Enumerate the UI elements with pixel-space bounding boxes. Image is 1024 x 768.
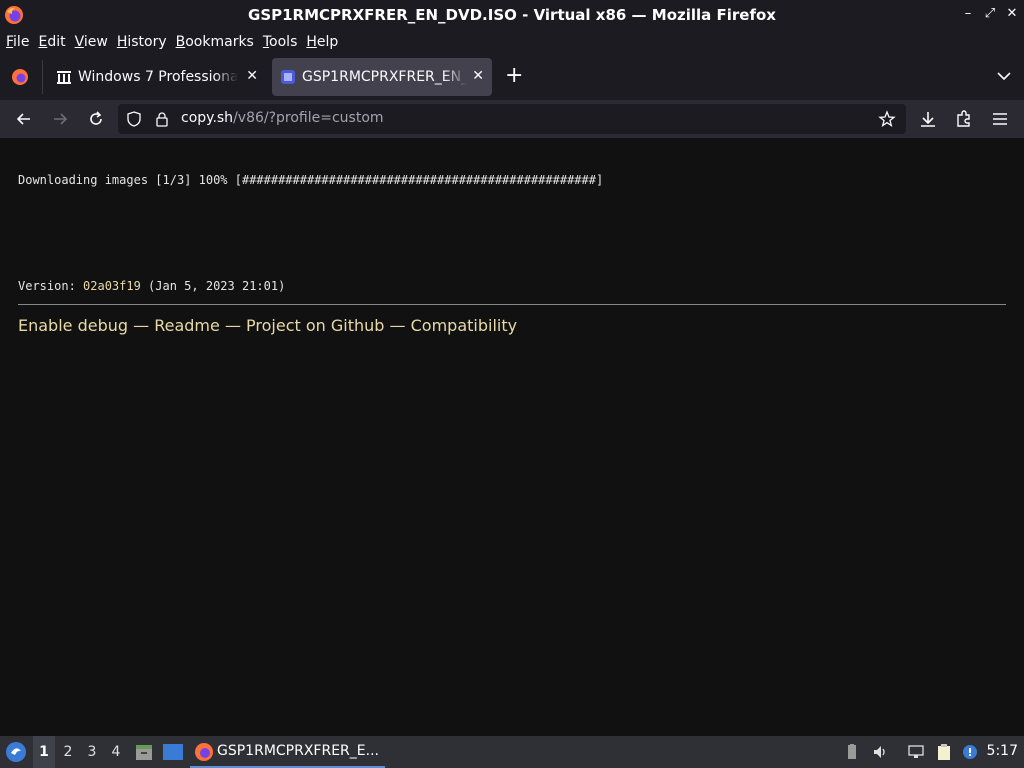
minimize-button[interactable]: –: [959, 6, 977, 21]
start-menu-icon[interactable]: [5, 741, 27, 763]
menu-view[interactable]: View: [75, 34, 108, 50]
menu-bookmarks[interactable]: Bookmarks: [176, 34, 254, 50]
url-domain: copy.sh: [181, 110, 234, 126]
firefox-icon: [5, 6, 23, 24]
tab-windows7[interactable]: Windows 7 Professional SP1 ✕: [48, 58, 266, 96]
enable-debug-link[interactable]: Enable debug: [18, 316, 128, 335]
v86-favicon-icon: [281, 70, 295, 84]
firefox-view-icon[interactable]: [10, 67, 30, 87]
extensions-icon[interactable]: [954, 109, 974, 129]
clipboard-icon[interactable]: [936, 744, 952, 760]
battery-icon[interactable]: [844, 744, 860, 760]
downloads-icon[interactable]: [918, 109, 938, 129]
workspace-3[interactable]: 3: [81, 736, 103, 768]
taskbar-firefox-window[interactable]: GSP1RMCPRXFRER_E...: [190, 736, 385, 768]
version-line: Version: 02a03f19 (Jan 5, 2023 21:01): [18, 279, 286, 293]
url-path: /v86/?profile=custom: [233, 110, 384, 126]
network-icon[interactable]: [908, 744, 924, 760]
notification-icon[interactable]: [962, 744, 978, 760]
tab-divider: [42, 60, 43, 94]
compatibility-link[interactable]: Compatibility: [411, 316, 517, 335]
tracking-shield-icon[interactable]: [126, 111, 142, 127]
divider: [18, 304, 1006, 305]
menu-edit[interactable]: Edit: [38, 34, 65, 50]
url-text[interactable]: copy.sh/v86/?profile=custom: [181, 110, 384, 126]
url-bar[interactable]: copy.sh/v86/?profile=custom: [118, 104, 906, 134]
menu-tools[interactable]: Tools: [263, 34, 298, 50]
close-window-button[interactable]: ✕: [1003, 6, 1021, 21]
menu-bar: File Edit View History Bookmarks Tools H…: [0, 30, 1024, 54]
menu-file[interactable]: File: [6, 34, 29, 50]
file-manager-icon[interactable]: [134, 742, 154, 762]
window-titlebar: GSP1RMCPRXFRER_EN_DVD.ISO - Virtual x86 …: [0, 0, 1024, 30]
taskbar: 1 2 3 4 GSP1RMCPRXFRER_E... 5:17: [0, 736, 1024, 768]
workspace-2[interactable]: 2: [57, 736, 79, 768]
tab-bar: Windows 7 Professional SP1 ✕ GSP1RMCPRXF…: [0, 54, 1024, 100]
menu-history[interactable]: History: [117, 34, 167, 50]
bookmark-star-icon[interactable]: [878, 110, 896, 128]
window-title: GSP1RMCPRXFRER_EN_DVD.ISO - Virtual x86 …: [248, 6, 776, 24]
show-desktop-icon[interactable]: [162, 742, 184, 762]
readme-link[interactable]: Readme: [154, 316, 220, 335]
forward-arrow-icon[interactable]: [50, 109, 70, 129]
task-label: GSP1RMCPRXFRER_E...: [217, 743, 379, 759]
new-tab-button[interactable]: +: [505, 63, 523, 88]
navigation-toolbar: copy.sh/v86/?profile=custom: [0, 100, 1024, 138]
page-content: Downloading images [1/3] 100% [#########…: [0, 138, 1024, 736]
tab-label: GSP1RMCPRXFRER_EN_DVD.ISO: [302, 69, 468, 85]
archive-org-icon: [57, 71, 71, 84]
tab-v86[interactable]: GSP1RMCPRXFRER_EN_DVD.ISO ✕: [272, 58, 492, 96]
tab-label: Windows 7 Professional SP1: [78, 69, 238, 85]
back-arrow-icon[interactable]: [14, 109, 34, 129]
close-tab-icon[interactable]: ✕: [246, 68, 258, 84]
lock-icon[interactable]: [154, 111, 170, 127]
footer-links: Enable debug — Readme — Project on Githu…: [18, 316, 518, 335]
workspace-1[interactable]: 1: [33, 736, 55, 768]
workspace-4[interactable]: 4: [105, 736, 127, 768]
maximize-button[interactable]: ⤢: [981, 6, 999, 21]
firefox-icon: [195, 743, 213, 761]
version-hash-link[interactable]: 02a03f19: [83, 279, 141, 293]
clock[interactable]: 5:17: [987, 743, 1018, 759]
volume-icon[interactable]: [872, 744, 888, 760]
github-link[interactable]: Project on Github: [246, 316, 384, 335]
menu-help[interactable]: Help: [306, 34, 338, 50]
download-progress-text: Downloading images [1/3] 100% [#########…: [18, 173, 604, 187]
reload-icon[interactable]: [86, 109, 106, 129]
list-all-tabs-icon[interactable]: [994, 66, 1014, 86]
hamburger-menu-icon[interactable]: [990, 109, 1010, 129]
close-tab-icon[interactable]: ✕: [472, 68, 484, 84]
